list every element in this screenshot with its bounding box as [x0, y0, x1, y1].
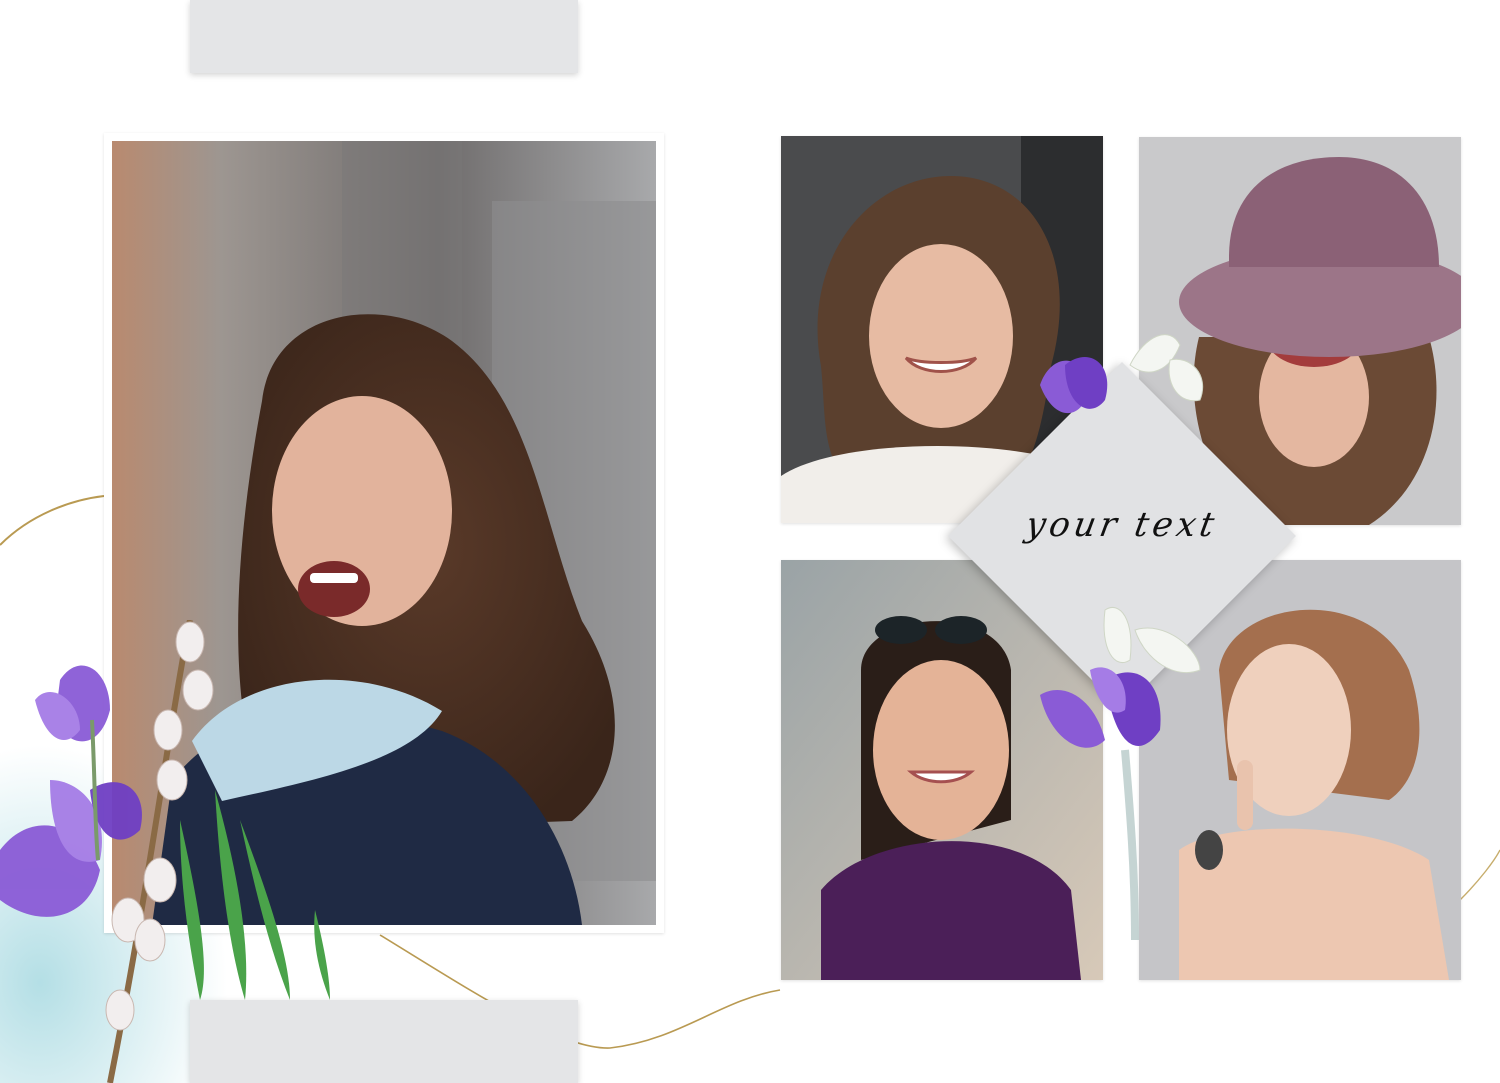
- top-text-placeholder[interactable]: [190, 0, 578, 73]
- crocus-snowdrop-decoration-bottom: [1040, 607, 1201, 940]
- diamond-text[interactable]: your text: [1018, 505, 1225, 545]
- crocus-snowdrop-decoration-top: [1040, 334, 1204, 414]
- crocus-willow-decoration: [0, 620, 330, 1083]
